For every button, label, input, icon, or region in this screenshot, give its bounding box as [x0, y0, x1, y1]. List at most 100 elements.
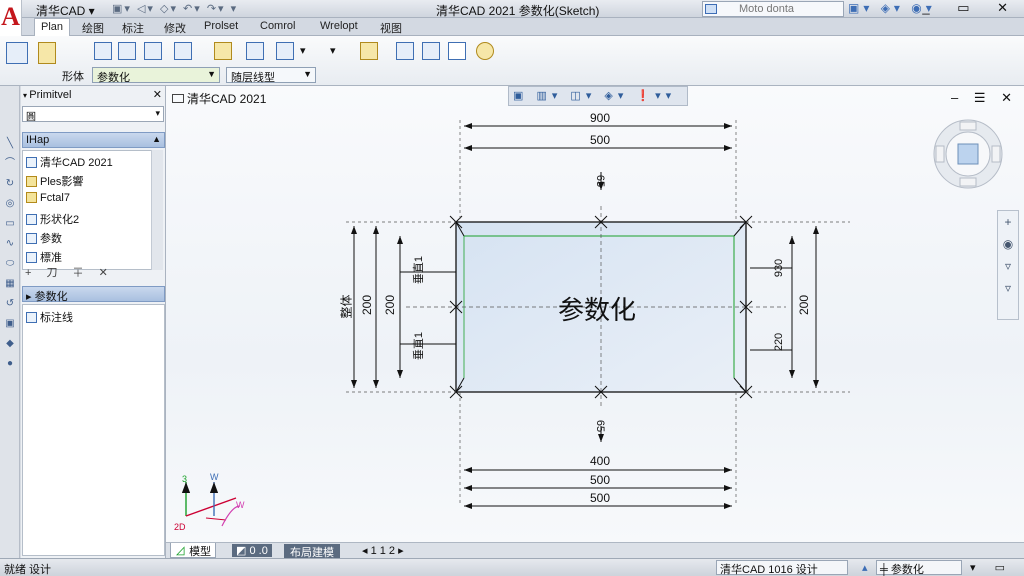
steering-wheel-icon[interactable]: ◉: [998, 233, 1018, 255]
orbit-icon[interactable]: ▿: [998, 277, 1018, 299]
chevron-down-icon: ▼: [303, 69, 312, 79]
dim-bottom-2[interactable]: 500: [590, 473, 610, 487]
select-icon[interactable]: [174, 42, 192, 60]
rect-tool-icon[interactable]: ▭: [4, 218, 16, 230]
dim-left-label[interactable]: 整体: [338, 294, 355, 318]
hatch-tool-icon[interactable]: ▦: [4, 278, 16, 290]
tab-modify[interactable]: 修改: [164, 20, 186, 36]
drawing-canvas[interactable]: 清华CAD 2021 ▣ ▥▾ ◫▾ ◈▾ ❗▾▾ – ☰ ✕ 900 500 …: [166, 86, 1024, 542]
linetype-combo-value: 随层线型: [231, 72, 275, 84]
ribbon-panel: 形体 ▾ ▾ 参数化 ▼ 随层线型 ▼: [0, 36, 1024, 86]
ucs-y-label: 3: [182, 474, 188, 484]
tab-annotate[interactable]: 标注: [122, 20, 144, 36]
properties-icon[interactable]: [396, 42, 414, 60]
model-icon: ⊿: [175, 546, 186, 558]
section-header-params[interactable]: ▸ 参数化: [22, 286, 165, 303]
zoom-down-icon[interactable]: ▿: [998, 255, 1018, 277]
dim-bottom-small[interactable]: 65: [594, 420, 606, 432]
line-tool-icon[interactable]: ╲: [4, 138, 16, 150]
spline-tool-icon[interactable]: ∿: [4, 238, 16, 250]
tab-project[interactable]: Prolset: [204, 20, 238, 32]
dim-top-inner[interactable]: 500: [590, 133, 610, 147]
list-item[interactable]: 参数: [26, 230, 62, 246]
ucs-icon: [181, 482, 241, 527]
sphere-icon[interactable]: [276, 42, 294, 60]
palette-filter-value: 圓: [26, 112, 36, 123]
dim-top-outer[interactable]: 900: [590, 111, 610, 125]
tab-control[interactable]: Comrol: [260, 20, 295, 32]
window-controls[interactable]: _ ▭ ✕: [922, 0, 1020, 16]
linetype-combo[interactable]: 随层线型 ▼: [226, 67, 316, 84]
search-input[interactable]: Moto donta: [702, 1, 844, 17]
dim-left-outer[interactable]: 200: [360, 295, 374, 315]
coord-readout[interactable]: 清华CAD 1016 设计: [716, 560, 848, 576]
list-item[interactable]: Fctal7: [26, 192, 70, 208]
zoom-icon[interactable]: [476, 42, 494, 60]
tab-model[interactable]: ⊿ 模型: [170, 543, 217, 558]
list-item[interactable]: 标注线: [26, 309, 73, 325]
list-item[interactable]: 標准: [26, 249, 62, 265]
dim-bottom-3[interactable]: 500: [590, 491, 610, 505]
pan-icon[interactable]: +: [998, 211, 1018, 233]
status-tray[interactable]: ▾ ▭ ▭: [970, 561, 1024, 576]
chevron-down-icon: ▼: [207, 69, 216, 79]
new-shape-icon[interactable]: [6, 42, 28, 64]
rotate-tool-icon[interactable]: ↺: [4, 298, 16, 310]
table-icon[interactable]: [422, 42, 440, 60]
dimension-icon[interactable]: [214, 42, 232, 60]
palette-footer-buttons[interactable]: + 刀 ∓ ✕: [25, 264, 114, 280]
dim-right-1[interactable]: 930: [773, 259, 785, 277]
polyline-tool-icon[interactable]: ⌒: [4, 158, 16, 170]
triangle-icon[interactable]: [118, 42, 136, 60]
dim-top-small[interactable]: 65: [594, 175, 606, 187]
palette-header: ▾ Primitvel ✕: [23, 88, 162, 101]
cube-icon[interactable]: [246, 42, 264, 60]
list-item[interactable]: 清华CAD 2021: [26, 154, 113, 170]
zoom-tool-icon[interactable]: ●: [4, 358, 16, 370]
list-item[interactable]: Ples影響: [26, 173, 83, 189]
shape-label[interactable]: 参数化: [558, 290, 636, 327]
close-icon[interactable]: ✕: [153, 88, 162, 101]
tab-view[interactable]: 视图: [380, 20, 402, 36]
tab-layout1[interactable]: ◩ 0 .0: [232, 544, 272, 557]
dim-bottom-1[interactable]: 400: [590, 454, 610, 468]
document-icon: [26, 157, 37, 168]
status-bar: 就绪 设计 清华CAD 1016 设计 ▴ ╪ 参数化 ▾ ▭ ▭: [0, 558, 1024, 576]
block-icon[interactable]: [144, 42, 162, 60]
polyline-icon[interactable]: [94, 42, 112, 60]
annotation-scale-icon[interactable]: ▴: [862, 561, 868, 574]
document-icon[interactable]: [448, 42, 466, 60]
circle-tool-icon[interactable]: ◎: [4, 198, 16, 210]
dim-right-outer[interactable]: 200: [797, 295, 811, 315]
paint-tool-icon[interactable]: ◆: [4, 338, 16, 350]
workspace-switch[interactable]: ╪ 参数化: [876, 560, 962, 576]
dim-left-label-2[interactable]: 垂直1: [410, 256, 426, 284]
layout-nav[interactable]: ◂ 1 1 2 ▸: [362, 544, 404, 557]
palette-filter-dropdown[interactable]: 圓 ▾: [22, 106, 164, 123]
dim-right-2[interactable]: 220: [773, 333, 785, 351]
list-item[interactable]: 形状化2: [26, 211, 79, 227]
section-header-map[interactable]: IHap ▲: [22, 132, 165, 148]
image-tool-icon[interactable]: ▣: [4, 318, 16, 330]
arc-tool-icon[interactable]: ↻: [4, 178, 16, 190]
tab-plan[interactable]: Plan: [34, 18, 71, 37]
ellipse-tool-icon[interactable]: ⬭: [4, 258, 16, 270]
app-menu-button[interactable]: 清华CAD ▾: [36, 2, 95, 19]
viewcube[interactable]: [930, 116, 1006, 192]
dim-left-label-3[interactable]: 垂直1: [410, 332, 426, 360]
collapse-icon[interactable]: ▲: [152, 134, 161, 144]
palette-scrollbar[interactable]: [151, 150, 163, 270]
more-dropdown[interactable]: ▾: [330, 44, 336, 57]
layer-combo[interactable]: 参数化 ▼: [92, 67, 220, 84]
layout-tab-bar: ⊿ 模型 ◩ 0 .0 布局建模 ◂ 1 1 2 ▸: [166, 542, 1024, 560]
tab-workshop[interactable]: Wrelopt: [320, 20, 358, 32]
app-logo-icon[interactable]: A: [0, 0, 22, 36]
tab-draw[interactable]: 绘图: [82, 20, 104, 36]
section-title: ▸ 参数化: [26, 291, 68, 303]
window-title: 清华CAD 2021 参数化(Sketch): [436, 4, 600, 18]
move-icon[interactable]: [38, 42, 56, 64]
layers-icon[interactable]: [360, 42, 378, 60]
sphere-dropdown[interactable]: ▾: [300, 44, 306, 57]
dim-left-inner[interactable]: 200: [383, 295, 397, 315]
quick-access-toolbar[interactable]: ▣▾ ◁▾ ◇▾ ↶▾ ↷▾ ▾: [112, 2, 238, 15]
